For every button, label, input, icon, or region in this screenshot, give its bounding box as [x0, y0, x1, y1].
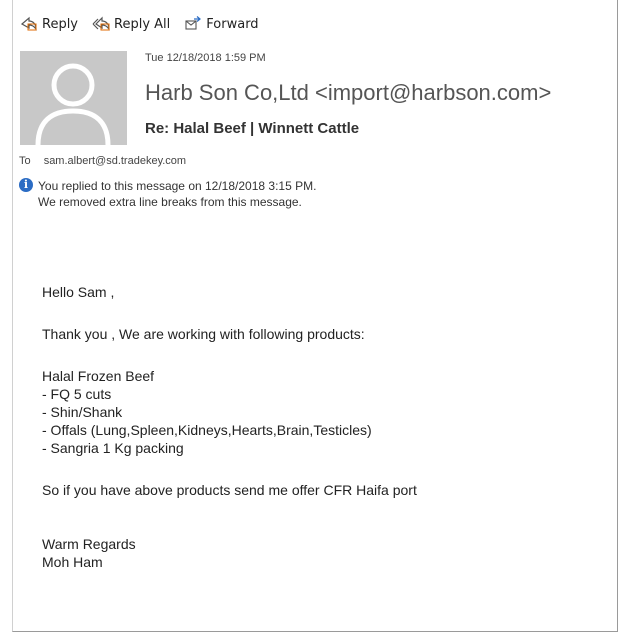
forward-label: Forward	[206, 16, 259, 32]
reply-all-icon	[92, 16, 110, 31]
body-list-item: - Shin/Shank	[42, 404, 123, 420]
body-greeting: Hello Sam ,	[42, 284, 115, 300]
reply-label: Reply	[42, 16, 79, 32]
reply-button[interactable]: Reply	[20, 16, 78, 32]
message-date: Tue 12/18/2018 1:59 PM	[145, 52, 266, 64]
body-product-heading: Halal Frozen Beef	[42, 368, 155, 384]
to-label: To	[19, 155, 31, 167]
reply-all-label: Reply All	[114, 16, 171, 32]
info-icon: i	[19, 178, 33, 192]
sender-name[interactable]: Harb Son Co,Ltd <import@harbson.com>	[145, 80, 551, 106]
body-list-item: - Sangria 1 Kg packing	[42, 440, 184, 456]
person-silhouette-icon	[35, 63, 111, 145]
body-list-item: - Offals (Lung,Spleen,Kidneys,Hearts,Bra…	[42, 422, 372, 438]
body-request: So if you have above products send me of…	[42, 482, 417, 498]
forward-button[interactable]: Forward	[184, 16, 259, 32]
body-intro: Thank you , We are working with followin…	[42, 326, 365, 342]
body-closing: Warm Regards	[42, 536, 136, 552]
forward-icon	[185, 16, 202, 30]
info-line-linebreaks: We removed extra line breaks from this m…	[38, 195, 302, 209]
reply-icon	[20, 16, 37, 31]
message-toolbar: Reply Reply All Forward	[20, 14, 259, 34]
recipient-address[interactable]: sam.albert@sd.tradekey.com	[44, 155, 186, 167]
recipients-row: To sam.albert@sd.tradekey.com	[19, 155, 186, 167]
body-signature: Moh Ham	[42, 554, 103, 570]
reply-all-button[interactable]: Reply All	[92, 16, 170, 32]
info-line-replied: You replied to this message on 12/18/201…	[38, 179, 317, 193]
message-subject: Re: Halal Beef | Winnett Cattle	[145, 120, 360, 137]
info-text: You replied to this message on 12/18/201…	[38, 178, 316, 210]
message-body: Hello Sam , Thank you , We are working w…	[42, 283, 417, 571]
body-list-item: - FQ 5 cuts	[42, 386, 112, 402]
sender-avatar	[20, 51, 127, 145]
